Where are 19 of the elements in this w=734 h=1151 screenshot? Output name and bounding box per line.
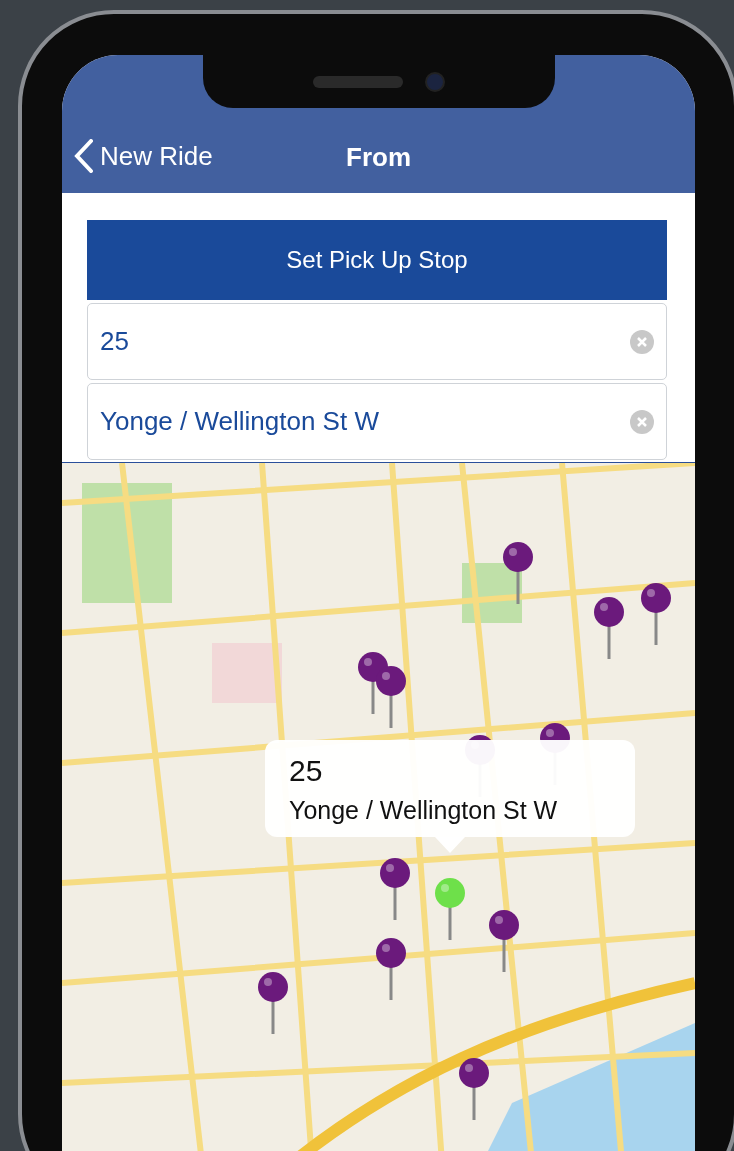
callout-title: 25 (289, 754, 324, 788)
chevron-left-icon (74, 139, 94, 173)
input-field[interactable]: 25 (87, 303, 667, 380)
back-button[interactable]: New Ride (74, 139, 213, 173)
callout-subtitle: Yonge / Wellington St W (289, 796, 559, 825)
map-pin-icon[interactable] (503, 542, 533, 604)
speaker-icon (313, 75, 403, 88)
map-pin-icon[interactable] (380, 858, 410, 920)
map-pin-icon[interactable] (489, 910, 519, 972)
map-pin-icon[interactable] (459, 1058, 489, 1120)
map-pin-icon[interactable] (641, 583, 671, 645)
input-field[interactable]: Yonge / Wellington St W (87, 383, 667, 460)
map-pin-icon[interactable] (376, 938, 406, 1000)
camera-icon (425, 71, 445, 92)
map-pin-icon[interactable] (258, 972, 288, 1034)
map-pin-icon[interactable] (376, 666, 406, 728)
map-pin-icon[interactable] (594, 597, 624, 659)
set-stop-button[interactable]: Set Pick Up Stop (87, 220, 667, 300)
screen-title: From (346, 141, 411, 173)
